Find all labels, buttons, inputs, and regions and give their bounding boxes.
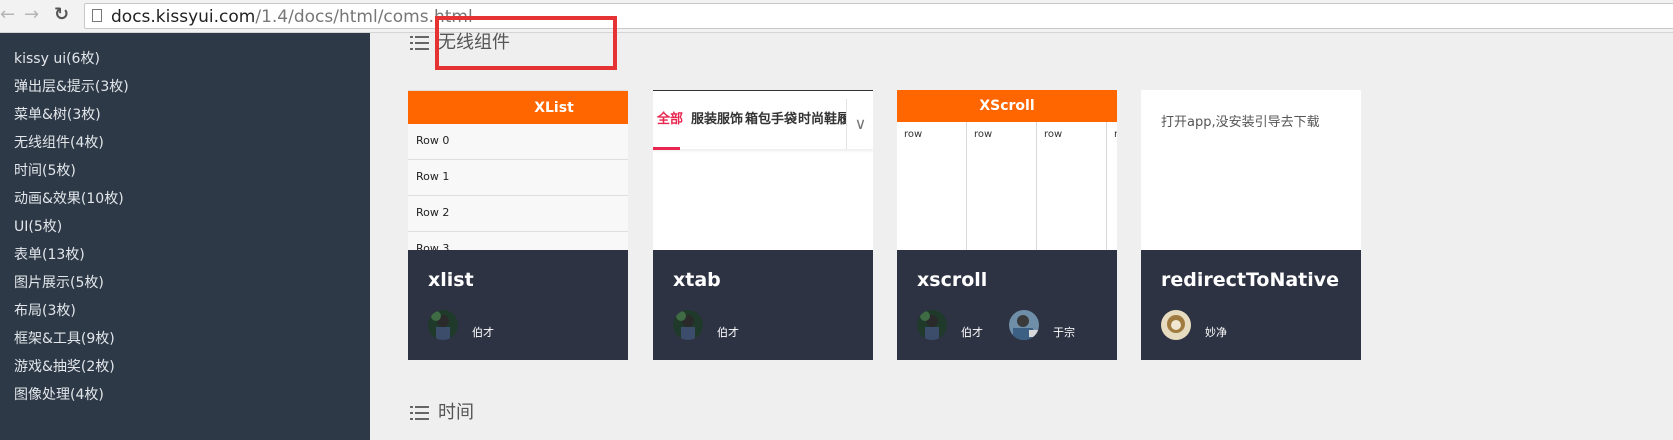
author-name: 妙净 xyxy=(1205,326,1227,339)
preview-header: XScroll xyxy=(897,90,1117,122)
list-item: row xyxy=(967,122,1037,250)
card-title[interactable]: xtab xyxy=(673,268,721,292)
author-name: 伯才 xyxy=(961,326,983,339)
list-item: row xyxy=(1037,122,1107,250)
card-preview: XList Row 0 Row 1 Row 2 Row 3 xyxy=(408,90,628,250)
card-footer: xlist 伯才 xyxy=(408,250,628,360)
preview-header: XList xyxy=(408,90,628,124)
back-arrow-icon[interactable]: ← xyxy=(0,5,15,25)
tab-clothing: 服装服饰 xyxy=(691,112,744,127)
card-title[interactable]: xscroll xyxy=(917,268,987,292)
component-card-xlist[interactable]: XList Row 0 Row 1 Row 2 Row 3 xlist 伯才 xyxy=(408,90,628,360)
card-footer: xscroll 伯才 于宗 xyxy=(897,250,1117,360)
list-item: Row 0 xyxy=(408,124,628,160)
page-icon xyxy=(92,9,102,22)
sidebar-item-menu-tree[interactable]: 菜单&树(3枚) xyxy=(14,106,101,124)
url-domain: docs.kissyui.com xyxy=(111,7,256,27)
list-icon xyxy=(410,406,429,420)
forward-arrow-icon[interactable]: → xyxy=(24,5,39,25)
card-footer: redirectToNative 妙净 xyxy=(1141,250,1361,360)
sidebar: kissy ui(6枚) 弹出层&提示(3枚) 菜单&树(3枚) 无线组件(4枚… xyxy=(0,33,370,440)
avatar xyxy=(1161,310,1191,340)
tab-all: 全部 xyxy=(657,112,684,127)
main-content: 无线组件 XList Row 0 Row 1 Row 2 Row 3 xlist… xyxy=(370,16,1673,440)
author-name: 伯才 xyxy=(472,326,494,339)
component-card-xtab[interactable]: 全部 服装服饰 箱包手袋 时尚鞋履 ∨ xtab 伯才 xyxy=(653,90,873,360)
card-preview: 打开app,没安装引导去下载 xyxy=(1141,90,1361,250)
sidebar-item-animation[interactable]: 动画&效果(10枚) xyxy=(14,190,124,208)
author-name: 伯才 xyxy=(717,326,739,339)
component-card-redirect-to-native[interactable]: 打开app,没安装引导去下载 redirectToNative 妙净 xyxy=(1141,90,1361,360)
list-item: Row 2 xyxy=(408,196,628,232)
browser-toolbar: ← → ↻ docs.kissyui.com/1.4/docs/html/com… xyxy=(0,0,1673,33)
sidebar-item-time[interactable]: 时间(5枚) xyxy=(14,162,76,180)
list-icon xyxy=(410,36,429,50)
sidebar-item-form[interactable]: 表单(13枚) xyxy=(14,246,85,264)
card-preview: XScroll row row row r xyxy=(897,90,1117,250)
avatar xyxy=(917,310,947,340)
avatar xyxy=(673,310,703,340)
sidebar-item-image-processing[interactable]: 图像处理(4枚) xyxy=(14,386,104,404)
reload-icon[interactable]: ↻ xyxy=(54,5,69,25)
sidebar-item-ui[interactable]: UI(5枚) xyxy=(14,218,62,236)
card-footer: xtab 伯才 xyxy=(653,250,873,360)
section-title: 无线组件 xyxy=(438,32,510,53)
list-item: row xyxy=(897,122,967,250)
avatar xyxy=(428,310,458,340)
list-item: Row 1 xyxy=(408,160,628,196)
author-name: 于宗 xyxy=(1053,326,1075,339)
sidebar-item-games[interactable]: 游戏&抽奖(2枚) xyxy=(14,358,115,376)
card-preview: 全部 服装服饰 箱包手袋 时尚鞋履 ∨ xyxy=(653,90,873,250)
sidebar-item-wireless[interactable]: 无线组件(4枚) xyxy=(14,134,104,152)
sidebar-item-popup[interactable]: 弹出层&提示(3枚) xyxy=(14,78,129,96)
section-title: 时间 xyxy=(438,402,474,423)
tab-underline xyxy=(653,147,680,150)
card-title[interactable]: redirectToNative xyxy=(1161,268,1339,292)
address-bar[interactable]: docs.kissyui.com/1.4/docs/html/coms.html xyxy=(84,3,1673,29)
sidebar-item-image-display[interactable]: 图片展示(5枚) xyxy=(14,274,104,292)
tab-shoes: 时尚鞋履 xyxy=(798,112,851,127)
avatar xyxy=(1009,310,1039,340)
preview-text: 打开app,没安装引导去下载 xyxy=(1161,115,1320,130)
chevron-down-icon: ∨ xyxy=(846,99,873,149)
tab-bags: 箱包手袋 xyxy=(745,112,798,127)
sidebar-item-kissy-ui[interactable]: kissy ui(6枚) xyxy=(14,50,100,68)
component-card-xscroll[interactable]: XScroll row row row r xscroll 伯才 于宗 xyxy=(897,90,1117,360)
list-item: Row 3 xyxy=(408,232,628,250)
sidebar-item-framework[interactable]: 框架&工具(9枚) xyxy=(14,330,115,348)
card-title[interactable]: xlist xyxy=(428,268,474,292)
sidebar-item-layout[interactable]: 布局(3枚) xyxy=(14,302,76,320)
list-item: r xyxy=(1107,122,1117,250)
url-text[interactable]: docs.kissyui.com/1.4/docs/html/coms.html xyxy=(111,7,473,27)
tab-bar: 全部 服装服饰 箱包手袋 时尚鞋履 ∨ xyxy=(653,91,873,150)
